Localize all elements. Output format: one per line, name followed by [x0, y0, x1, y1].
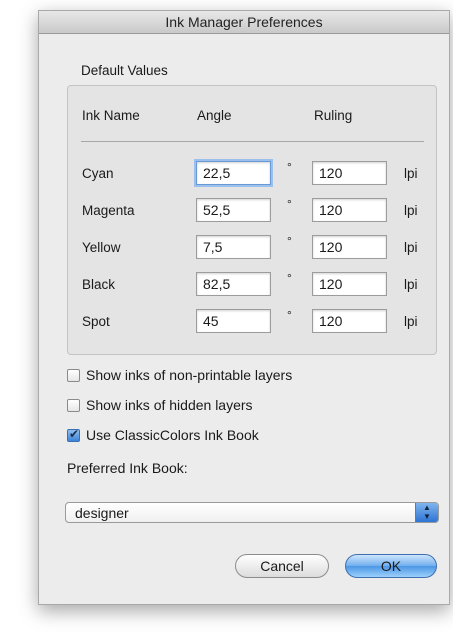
ink-row-black: Black ° lpi — [68, 271, 436, 302]
lpi-unit-label: lpi — [404, 240, 418, 255]
preferred-ink-book-label: Preferred Ink Book: — [67, 460, 188, 476]
show-hidden-checkbox[interactable] — [67, 398, 80, 412]
lpi-unit-label: lpi — [404, 277, 418, 292]
ink-row-spot: Spot ° lpi — [68, 308, 436, 339]
default-values-group: Ink Name Angle Ruling Cyan ° lpi Magenta… — [67, 85, 437, 355]
show-non-printable-label[interactable]: Show inks of non-printable layers — [86, 367, 292, 383]
ink-name-label: Spot — [82, 314, 110, 329]
degree-symbol: ° — [287, 197, 292, 211]
lpi-unit-label: lpi — [404, 203, 418, 218]
updown-arrows-icon: ▲ ▼ — [415, 503, 438, 522]
default-values-label: Default Values — [81, 63, 168, 78]
show-hidden-label[interactable]: Show inks of hidden layers — [86, 397, 253, 413]
use-classiccolors-checkbox[interactable] — [67, 427, 80, 442]
ink-name-label: Black — [82, 277, 116, 292]
ink-book-select[interactable]: designer ▲ ▼ — [65, 502, 439, 523]
use-classiccolors-label[interactable]: Use ClassicColors Ink Book — [86, 427, 259, 443]
degree-symbol: ° — [287, 308, 292, 322]
spot-angle-input[interactable] — [196, 309, 271, 333]
yellow-ruling-input[interactable] — [312, 235, 387, 259]
preferences-dialog: Ink Manager Preferences Default Values I… — [38, 10, 450, 605]
degree-symbol: ° — [287, 160, 292, 174]
lpi-unit-label: lpi — [404, 314, 418, 329]
yellow-angle-input[interactable] — [196, 235, 271, 259]
degree-symbol: ° — [287, 234, 292, 248]
ink-book-selected-value: designer — [75, 505, 129, 521]
cyan-angle-input[interactable] — [196, 161, 271, 185]
cyan-ruling-input[interactable] — [312, 161, 387, 185]
spot-ruling-input[interactable] — [312, 309, 387, 333]
black-angle-input[interactable] — [196, 272, 271, 296]
angle-header: Angle — [197, 108, 232, 123]
show-hidden-option[interactable]: Show inks of hidden layers — [67, 395, 253, 415]
show-non-printable-option[interactable]: Show inks of non-printable layers — [67, 365, 292, 385]
ruling-header: Ruling — [314, 108, 353, 123]
ink-name-label: Yellow — [82, 240, 121, 255]
ink-name-label: Cyan — [82, 166, 114, 181]
show-non-printable-checkbox[interactable] — [67, 368, 80, 382]
ink-name-label: Magenta — [82, 203, 135, 218]
cancel-button[interactable]: Cancel — [235, 554, 329, 578]
ink-row-yellow: Yellow ° lpi — [68, 234, 436, 265]
window-title: Ink Manager Preferences — [39, 11, 449, 34]
degree-symbol: ° — [287, 271, 292, 285]
magenta-angle-input[interactable] — [196, 198, 271, 222]
lpi-unit-label: lpi — [404, 166, 418, 181]
black-ruling-input[interactable] — [312, 272, 387, 296]
header-divider — [81, 141, 424, 142]
magenta-ruling-input[interactable] — [312, 198, 387, 222]
ink-name-header: Ink Name — [82, 108, 140, 123]
ink-row-magenta: Magenta ° lpi — [68, 197, 436, 228]
ok-button[interactable]: OK — [345, 554, 437, 578]
use-classiccolors-option[interactable]: Use ClassicColors Ink Book — [67, 425, 259, 445]
ink-row-cyan: Cyan ° lpi — [68, 160, 436, 191]
